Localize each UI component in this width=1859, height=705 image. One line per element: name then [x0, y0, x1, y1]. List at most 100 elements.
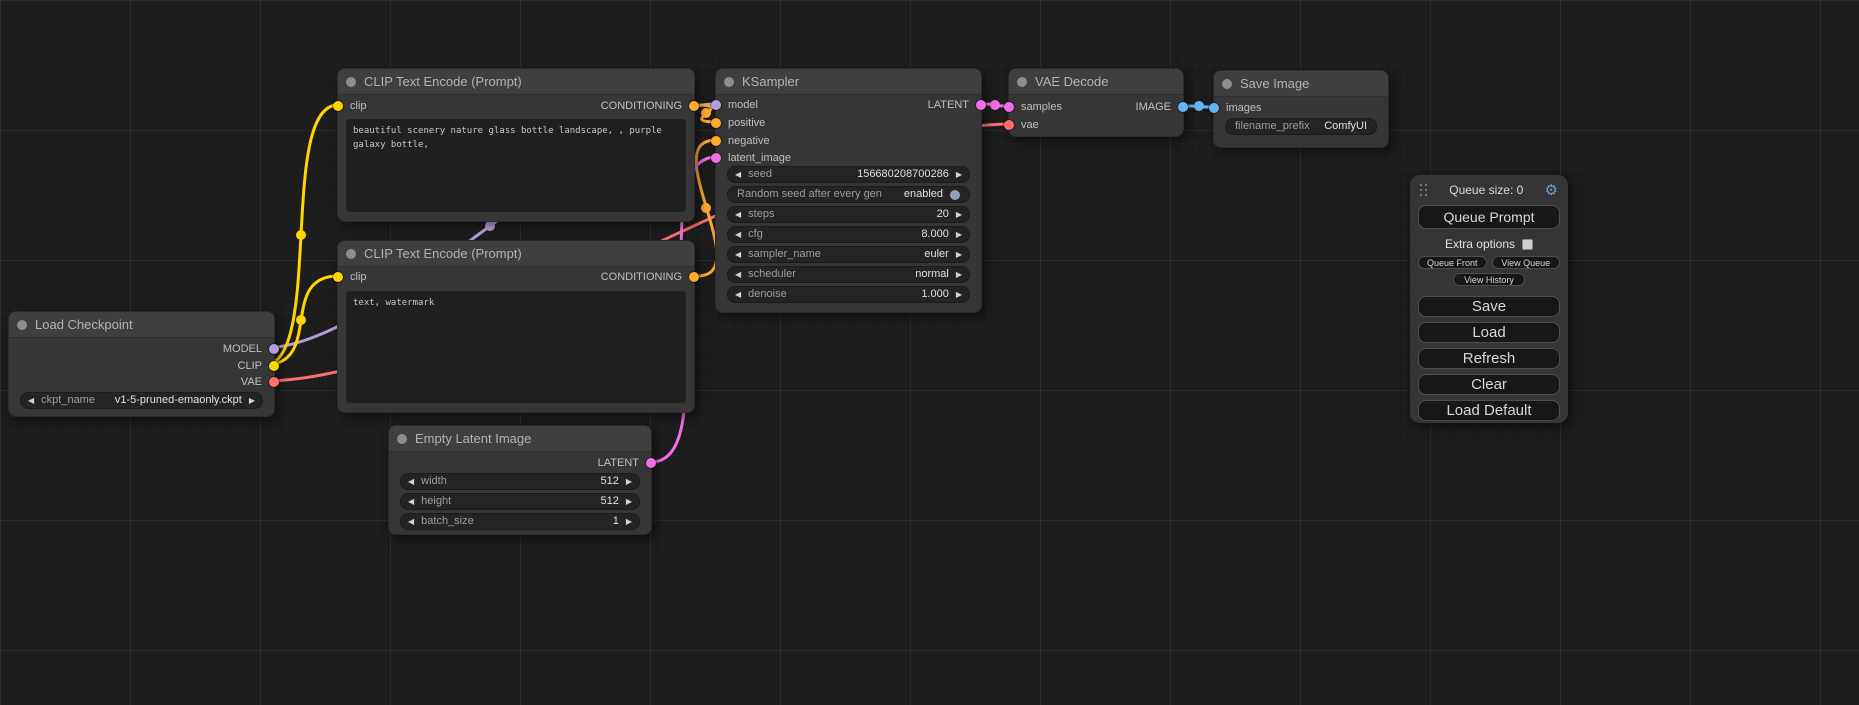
- collapse-dot-icon[interactable]: [724, 77, 734, 87]
- next-value-arrow-icon[interactable]: ▶: [249, 397, 255, 405]
- image-port-icon[interactable]: [1178, 102, 1188, 112]
- decrement-arrow-icon[interactable]: ◀: [408, 478, 414, 486]
- output-slot-vae[interactable]: VAE: [241, 375, 274, 389]
- vae-port-icon[interactable]: [1004, 120, 1014, 130]
- collapse-dot-icon[interactable]: [346, 249, 356, 259]
- node-vae-decode[interactable]: VAE Decode samples vae IMAGE: [1008, 68, 1184, 137]
- drag-handle-icon[interactable]: [1420, 184, 1428, 197]
- output-slot-latent[interactable]: LATENT: [598, 456, 651, 470]
- toggle-enabled-icon[interactable]: [950, 190, 960, 200]
- input-slot-clip[interactable]: clip: [338, 270, 367, 284]
- decrement-arrow-icon[interactable]: ◀: [735, 211, 741, 219]
- increment-arrow-icon[interactable]: ▶: [626, 478, 632, 486]
- ckpt-name-widget[interactable]: ◀ ckpt_name v1-5-pruned-emaonly.ckpt ▶: [20, 392, 263, 409]
- collapse-dot-icon[interactable]: [1222, 79, 1232, 89]
- node-title-bar[interactable]: Load Checkpoint: [9, 312, 274, 338]
- decrement-arrow-icon[interactable]: ◀: [735, 171, 741, 179]
- clip-port-icon[interactable]: [333, 272, 343, 282]
- node-save-image[interactable]: Save Image images filename_prefix ComfyU…: [1213, 70, 1389, 148]
- sampler-name-widget[interactable]: ◀ sampler_name euler ▶: [727, 246, 970, 263]
- node-ksampler[interactable]: KSampler model positive negative latent_…: [715, 68, 982, 313]
- latent-port-icon[interactable]: [976, 100, 986, 110]
- vae-port-icon[interactable]: [269, 377, 279, 387]
- model-port-icon[interactable]: [711, 100, 721, 110]
- save-button[interactable]: Save: [1418, 296, 1560, 317]
- input-slot-negative[interactable]: negative: [716, 134, 770, 148]
- prev-value-arrow-icon[interactable]: ◀: [28, 397, 34, 405]
- prompt-textarea[interactable]: beautiful scenery nature glass bottle la…: [346, 119, 686, 212]
- increment-arrow-icon[interactable]: ▶: [626, 498, 632, 506]
- conditioning-port-icon[interactable]: [711, 136, 721, 146]
- input-slot-clip[interactable]: clip: [338, 99, 367, 113]
- extra-options-checkbox[interactable]: [1522, 239, 1533, 250]
- prev-value-arrow-icon[interactable]: ◀: [735, 271, 741, 279]
- input-slot-latent-image[interactable]: latent_image: [716, 151, 791, 165]
- node-title-bar[interactable]: Save Image: [1214, 71, 1388, 97]
- next-value-arrow-icon[interactable]: ▶: [956, 271, 962, 279]
- conditioning-port-icon[interactable]: [689, 272, 699, 282]
- width-widget[interactable]: ◀ width 512 ▶: [400, 473, 640, 490]
- decrement-arrow-icon[interactable]: ◀: [735, 291, 741, 299]
- load-default-button[interactable]: Load Default: [1418, 400, 1560, 421]
- output-slot-clip[interactable]: CLIP: [238, 359, 274, 373]
- random-seed-toggle-widget[interactable]: Random seed after every gen enabled: [727, 186, 970, 203]
- conditioning-port-icon[interactable]: [689, 101, 699, 111]
- node-clip-text-encode-positive[interactable]: CLIP Text Encode (Prompt) clip CONDITION…: [337, 68, 695, 222]
- collapse-dot-icon[interactable]: [1017, 77, 1027, 87]
- seed-widget[interactable]: ◀ seed 156680208700286 ▶: [727, 166, 970, 183]
- scheduler-widget[interactable]: ◀ scheduler normal ▶: [727, 266, 970, 283]
- increment-arrow-icon[interactable]: ▶: [626, 518, 632, 526]
- increment-arrow-icon[interactable]: ▶: [956, 291, 962, 299]
- node-empty-latent-image[interactable]: Empty Latent Image LATENT ◀ width 512 ▶ …: [388, 425, 652, 535]
- refresh-button[interactable]: Refresh: [1418, 348, 1560, 369]
- latent-port-icon[interactable]: [711, 153, 721, 163]
- view-history-button[interactable]: View History: [1453, 273, 1525, 286]
- collapse-dot-icon[interactable]: [346, 77, 356, 87]
- queue-prompt-button[interactable]: Queue Prompt: [1418, 205, 1560, 229]
- view-queue-button[interactable]: View Queue: [1492, 256, 1561, 269]
- node-title-bar[interactable]: VAE Decode: [1009, 69, 1183, 95]
- node-graph-canvas[interactable]: Load Checkpoint MODEL CLIP VAE ◀ ckpt_na…: [0, 0, 1859, 705]
- node-load-checkpoint[interactable]: Load Checkpoint MODEL CLIP VAE ◀ ckpt_na…: [8, 311, 275, 417]
- output-slot-conditioning[interactable]: CONDITIONING: [601, 99, 694, 113]
- decrement-arrow-icon[interactable]: ◀: [408, 498, 414, 506]
- decrement-arrow-icon[interactable]: ◀: [735, 231, 741, 239]
- batch-size-widget[interactable]: ◀ batch_size 1 ▶: [400, 513, 640, 530]
- output-slot-image[interactable]: IMAGE: [1136, 100, 1183, 114]
- input-slot-samples[interactable]: samples: [1009, 100, 1062, 114]
- input-slot-model[interactable]: model: [716, 98, 758, 112]
- latent-port-icon[interactable]: [1004, 102, 1014, 112]
- node-title-bar[interactable]: KSampler: [716, 69, 981, 95]
- height-widget[interactable]: ◀ height 512 ▶: [400, 493, 640, 510]
- clip-port-icon[interactable]: [333, 101, 343, 111]
- node-title-bar[interactable]: Empty Latent Image: [389, 426, 651, 452]
- steps-widget[interactable]: ◀ steps 20 ▶: [727, 206, 970, 223]
- clear-button[interactable]: Clear: [1418, 374, 1560, 395]
- image-port-icon[interactable]: [1209, 103, 1219, 113]
- increment-arrow-icon[interactable]: ▶: [956, 171, 962, 179]
- settings-gear-icon[interactable]: ⚙: [1545, 181, 1558, 199]
- prompt-textarea[interactable]: text, watermark: [346, 291, 686, 403]
- output-slot-latent[interactable]: LATENT: [928, 98, 981, 112]
- decrement-arrow-icon[interactable]: ◀: [408, 518, 414, 526]
- next-value-arrow-icon[interactable]: ▶: [956, 251, 962, 259]
- latent-port-icon[interactable]: [646, 458, 656, 468]
- collapse-dot-icon[interactable]: [397, 434, 407, 444]
- increment-arrow-icon[interactable]: ▶: [956, 231, 962, 239]
- node-clip-text-encode-negative[interactable]: CLIP Text Encode (Prompt) clip CONDITION…: [337, 240, 695, 413]
- collapse-dot-icon[interactable]: [17, 320, 27, 330]
- model-port-icon[interactable]: [269, 344, 279, 354]
- increment-arrow-icon[interactable]: ▶: [956, 211, 962, 219]
- denoise-widget[interactable]: ◀ denoise 1.000 ▶: [727, 286, 970, 303]
- input-slot-images[interactable]: images: [1214, 101, 1261, 115]
- cfg-widget[interactable]: ◀ cfg 8.000 ▶: [727, 226, 970, 243]
- node-title-bar[interactable]: CLIP Text Encode (Prompt): [338, 241, 694, 267]
- input-slot-positive[interactable]: positive: [716, 116, 765, 130]
- load-button[interactable]: Load: [1418, 322, 1560, 343]
- filename-prefix-widget[interactable]: filename_prefix ComfyUI: [1225, 118, 1377, 135]
- clip-port-icon[interactable]: [269, 361, 279, 371]
- queue-front-button[interactable]: Queue Front: [1418, 256, 1487, 269]
- output-slot-conditioning[interactable]: CONDITIONING: [601, 270, 694, 284]
- node-title-bar[interactable]: CLIP Text Encode (Prompt): [338, 69, 694, 95]
- input-slot-vae[interactable]: vae: [1009, 118, 1039, 132]
